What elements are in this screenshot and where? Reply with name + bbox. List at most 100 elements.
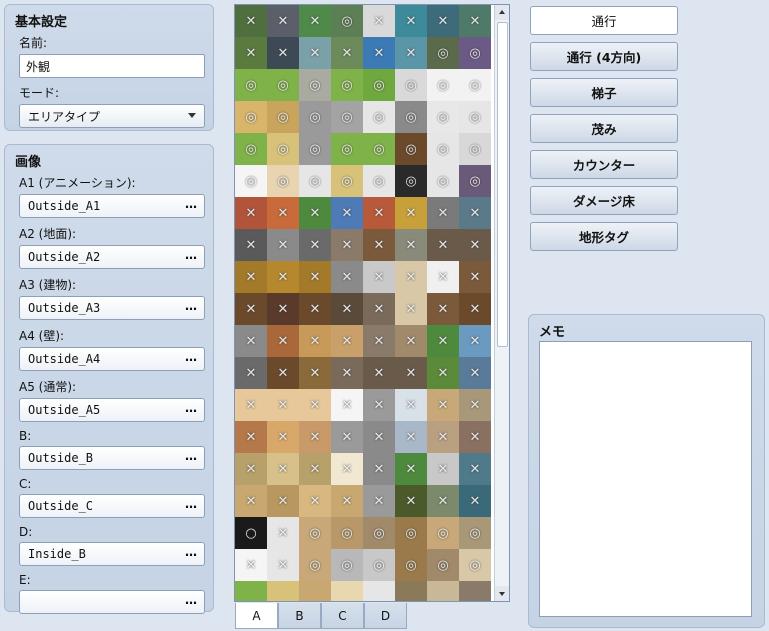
image-picker[interactable]: … xyxy=(19,590,205,614)
tile[interactable]: ◎ xyxy=(395,549,427,581)
tile[interactable]: ◎ xyxy=(459,165,491,197)
tile[interactable]: ◎ xyxy=(363,549,395,581)
tile[interactable]: ✕ xyxy=(363,357,395,389)
tile[interactable]: ✕ xyxy=(331,229,363,261)
tile[interactable]: ◎ xyxy=(331,165,363,197)
tile[interactable]: ✕ xyxy=(235,5,267,37)
tile[interactable]: ◎ xyxy=(427,101,459,133)
tile[interactable]: ◎ xyxy=(267,133,299,165)
tile[interactable]: ✕ xyxy=(267,389,299,421)
tile[interactable]: ✕ xyxy=(331,293,363,325)
tile[interactable]: ◎ xyxy=(459,517,491,549)
tile[interactable]: ◎ xyxy=(235,133,267,165)
tile[interactable]: ✕ xyxy=(363,37,395,69)
tile[interactable]: ✕ xyxy=(459,485,491,517)
tile[interactable] xyxy=(459,581,491,601)
tile[interactable]: ◎ xyxy=(395,165,427,197)
tile[interactable]: ✕ xyxy=(267,453,299,485)
browse-icon[interactable]: … xyxy=(185,299,197,313)
tile[interactable]: ✕ xyxy=(427,293,459,325)
tile[interactable]: ◎ xyxy=(299,549,331,581)
tile[interactable]: ✕ xyxy=(427,421,459,453)
tile[interactable]: ✕ xyxy=(299,5,331,37)
tile[interactable]: ✕ xyxy=(363,485,395,517)
image-picker[interactable]: Outside_A1… xyxy=(19,194,205,218)
tile[interactable]: ◎ xyxy=(363,517,395,549)
tile[interactable]: ✕ xyxy=(395,325,427,357)
tile[interactable]: ◎ xyxy=(395,517,427,549)
tile[interactable]: ◎ xyxy=(331,133,363,165)
tile[interactable]: ✕ xyxy=(331,37,363,69)
tile[interactable]: ✕ xyxy=(363,453,395,485)
tile[interactable]: ◎ xyxy=(331,69,363,101)
tile[interactable]: ✕ xyxy=(299,261,331,293)
image-picker[interactable]: Outside_A5… xyxy=(19,398,205,422)
tile[interactable]: ○ xyxy=(235,517,267,549)
tile[interactable]: ◎ xyxy=(427,549,459,581)
browse-icon[interactable]: … xyxy=(185,248,197,262)
tile[interactable]: ✕ xyxy=(427,5,459,37)
tile[interactable]: ◎ xyxy=(299,133,331,165)
tile[interactable]: ✕ xyxy=(427,389,459,421)
tile[interactable]: ✕ xyxy=(299,453,331,485)
tile[interactable]: ✕ xyxy=(331,485,363,517)
tile[interactable]: ✕ xyxy=(267,421,299,453)
tile[interactable]: ✕ xyxy=(299,357,331,389)
tile[interactable]: ✕ xyxy=(299,325,331,357)
tile[interactable]: ✕ xyxy=(235,229,267,261)
tile[interactable]: ✕ xyxy=(395,261,427,293)
tile[interactable]: ◎ xyxy=(427,165,459,197)
tile[interactable] xyxy=(299,581,331,601)
tile[interactable]: ◎ xyxy=(363,101,395,133)
browse-icon[interactable]: … xyxy=(185,197,197,211)
tile[interactable]: ◎ xyxy=(331,101,363,133)
tile[interactable]: ✕ xyxy=(331,261,363,293)
passage-4dir-button[interactable]: 通行 (4方向) xyxy=(530,42,678,71)
tile[interactable]: ✕ xyxy=(395,453,427,485)
tile[interactable]: ✕ xyxy=(235,325,267,357)
tile[interactable]: ✕ xyxy=(331,389,363,421)
memo-textarea[interactable] xyxy=(539,341,752,617)
name-input[interactable]: 外観 xyxy=(19,54,205,78)
tile[interactable]: ✕ xyxy=(395,389,427,421)
tile[interactable]: ✕ xyxy=(331,357,363,389)
image-picker[interactable]: Inside_B… xyxy=(19,542,205,566)
tile[interactable]: ✕ xyxy=(235,357,267,389)
tile[interactable]: ◎ xyxy=(267,101,299,133)
tile[interactable] xyxy=(267,581,299,601)
tab-b[interactable]: B xyxy=(278,603,321,629)
tileset-viewer[interactable]: ✕ ✕ ✕ ◎ ✕ ✕ ✕ ✕ ✕ ✕ ✕ ✕ ✕ ✕ ◎ ◎ ◎ ◎ ◎ ◎ ◎ ◎ ◎ ◎ ◎ ◎ ◎ ◎ ◎ ◎ ◎ ◎ ◎ ◎ ◎ ◎ ◎ ◎ ◎ ◎… xyxy=(234,4,510,602)
tile[interactable]: ✕ xyxy=(459,325,491,357)
tile[interactable]: ✕ xyxy=(235,37,267,69)
tile[interactable]: ◎ xyxy=(427,133,459,165)
tile[interactable]: ✕ xyxy=(427,261,459,293)
terrain-tag-button[interactable]: 地形タグ xyxy=(530,222,678,251)
browse-icon[interactable]: … xyxy=(185,449,197,463)
tile[interactable]: ✕ xyxy=(267,261,299,293)
tile[interactable]: ✕ xyxy=(363,421,395,453)
tile[interactable] xyxy=(427,581,459,601)
tile[interactable]: ✕ xyxy=(267,357,299,389)
tile[interactable]: ◎ xyxy=(459,133,491,165)
tile[interactable]: ✕ xyxy=(235,197,267,229)
browse-icon[interactable]: … xyxy=(185,350,197,364)
tile[interactable]: ◎ xyxy=(427,69,459,101)
tile[interactable]: ◎ xyxy=(235,101,267,133)
tile[interactable]: ✕ xyxy=(395,421,427,453)
tile[interactable]: ✕ xyxy=(395,229,427,261)
tile[interactable]: ✕ xyxy=(267,325,299,357)
image-picker[interactable]: Outside_A4… xyxy=(19,347,205,371)
image-picker[interactable]: Outside_A3… xyxy=(19,296,205,320)
ladder-button[interactable]: 梯子 xyxy=(530,78,678,107)
tile[interactable]: ✕ xyxy=(363,325,395,357)
damage-floor-button[interactable]: ダメージ床 xyxy=(530,186,678,215)
tile[interactable]: ◎ xyxy=(363,69,395,101)
tile[interactable]: ◎ xyxy=(331,517,363,549)
tile[interactable]: ✕ xyxy=(331,421,363,453)
tile[interactable]: ✕ xyxy=(459,5,491,37)
tile[interactable] xyxy=(395,581,427,601)
tile[interactable]: ✕ xyxy=(299,389,331,421)
tile[interactable]: ◎ xyxy=(459,549,491,581)
tile[interactable]: ✕ xyxy=(235,549,267,581)
tile[interactable]: ◎ xyxy=(363,165,395,197)
